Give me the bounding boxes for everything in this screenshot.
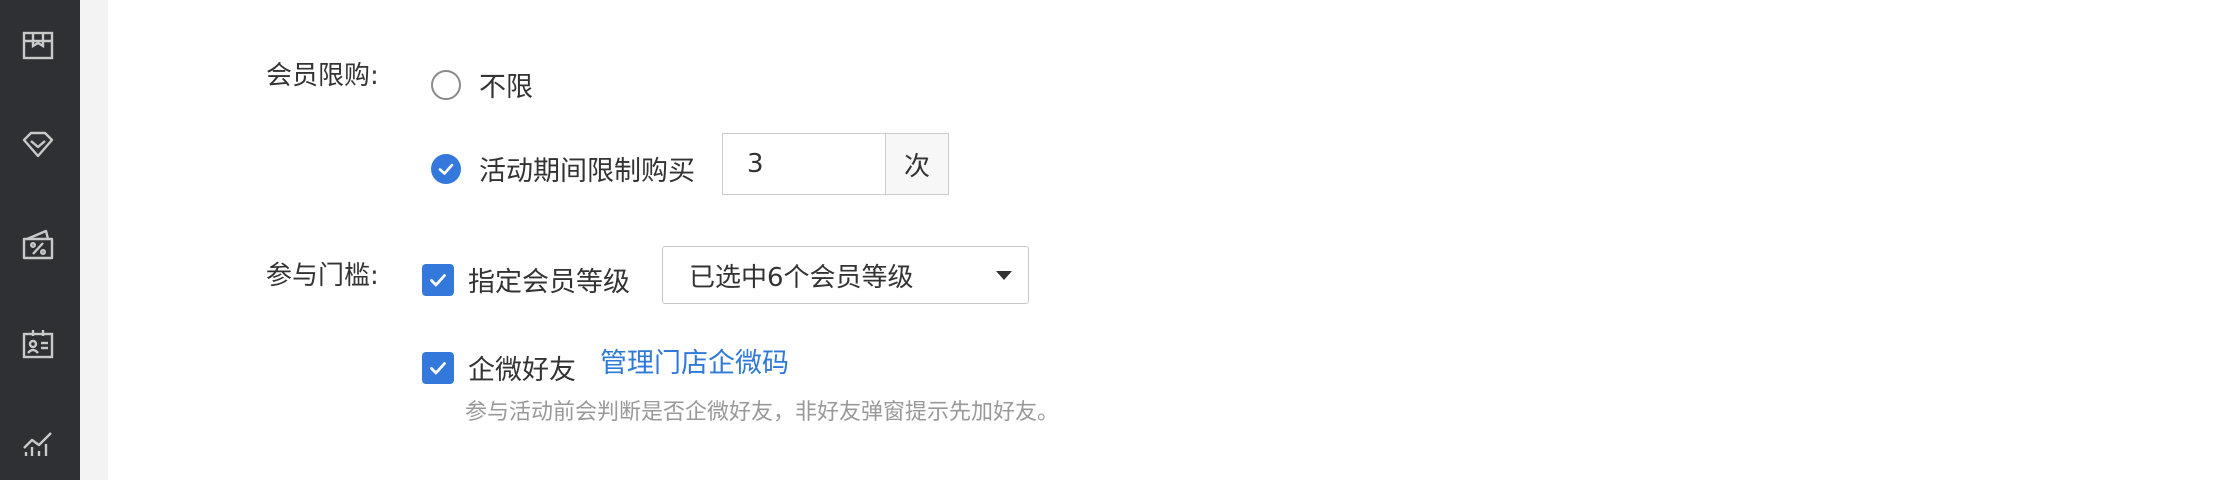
radio-limit-during-event[interactable]: 活动期间限制购买 (431, 149, 695, 188)
diamond-icon[interactable] (18, 124, 58, 164)
radio-unlimited-circle[interactable] (431, 69, 461, 100)
chevron-down-icon (996, 271, 1012, 280)
checkbox-member-level-box[interactable] (422, 263, 454, 296)
limit-count-unit: 次 (885, 133, 949, 195)
manage-store-wecom-code-link[interactable]: 管理门店企微码 (600, 347, 789, 381)
analytics-icon[interactable] (18, 424, 58, 464)
radio-limit-label: 活动期间限制购买 (479, 156, 695, 187)
package-icon[interactable] (18, 25, 58, 65)
checkbox-wecom-friend-label: 企微好友 (468, 355, 576, 386)
checkbox-wecom-friend[interactable]: 企微好友 (422, 348, 576, 387)
wecom-friend-hint: 参与活动前会判断是否企微好友，非好友弹窗提示先加好友。 (465, 400, 1060, 425)
member-level-select-value: 已选中6个会员等级 (689, 262, 914, 293)
member-level-select[interactable]: 已选中6个会员等级 (662, 246, 1029, 304)
radio-unlimited-label: 不限 (479, 72, 533, 103)
check-icon (438, 163, 454, 175)
coupon-icon[interactable] (18, 224, 58, 264)
checkbox-wecom-friend-box[interactable] (422, 351, 454, 384)
checkbox-member-level-label: 指定会员等级 (468, 267, 630, 298)
limit-count-input[interactable]: 3 (722, 133, 885, 195)
member-limit-label: 会员限购: (266, 61, 379, 91)
sidebar (0, 0, 80, 480)
checkbox-member-level[interactable]: 指定会员等级 (422, 260, 630, 299)
radio-limit-circle[interactable] (431, 153, 461, 184)
threshold-label: 参与门槛: (266, 261, 379, 291)
check-icon (430, 361, 446, 374)
form-panel (108, 0, 2240, 480)
radio-unlimited[interactable]: 不限 (431, 65, 533, 104)
check-icon (430, 273, 446, 286)
member-card-icon[interactable] (18, 324, 58, 364)
